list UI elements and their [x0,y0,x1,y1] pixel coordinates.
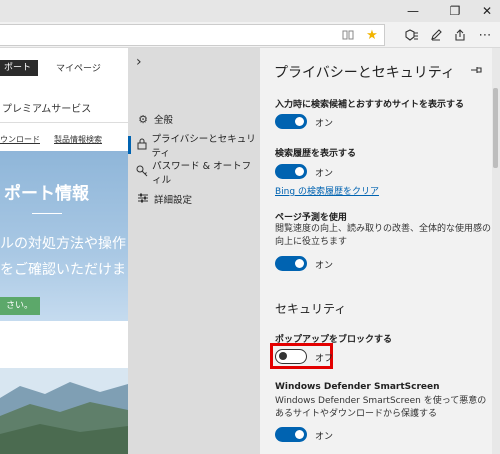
more-icon[interactable]: ⋯ [475,25,495,45]
popup-block-state: オフ [315,354,334,364]
star-icon[interactable]: ★ [362,25,382,45]
settings-nav-label: プライバシーとセキュリティ [151,134,256,159]
gear-icon: ⚙ [138,112,148,126]
panel-title: プライバシーとセキュリティ [274,65,455,81]
download-link[interactable]: ウンロード [0,134,40,145]
key-icon [132,165,152,180]
minimize-button[interactable]: — [396,0,430,22]
maximize-button[interactable]: ❐ [438,0,472,22]
chevron-right-icon[interactable]: › [136,54,142,70]
page-prediction-label: ページ予測を使用 [275,213,347,223]
search-suggestions-state: オン [315,119,334,129]
hub-icon[interactable] [402,25,422,45]
hero-text-1: ルの対処方法や操作 [0,236,126,252]
page-prediction-state: オン [315,261,334,271]
page-prediction-desc: 閲覧速度の向上、読み取りの改善、全体的な使用感の向上に役立ちます [275,224,492,247]
web-page: ポート マイページ プレミアムサービス ウンロード 製品情報検索 ポート情報 ル… [0,48,128,454]
scrollbar-thumb[interactable] [493,88,498,168]
hero-text-2: をご確認いただけま [0,262,126,278]
close-button[interactable]: ✕ [470,0,500,22]
pin-icon[interactable] [470,64,482,78]
smartscreen-desc: Windows Defender SmartScreen を使って悪意のあるサイ… [275,396,487,419]
hero-button[interactable]: さい。 [0,297,40,315]
address-input[interactable] [0,24,385,46]
premium-service-link[interactable]: プレミアムサービス [2,100,91,115]
smartscreen-toggle[interactable] [275,427,307,442]
settings-nav: › ⚙ 全般 プライバシーとセキュリティ パスワード & オートフィル 詳細設定 [128,48,260,454]
sliders-icon [132,192,154,207]
divider [0,122,128,123]
search-suggestions-toggle[interactable] [275,114,307,129]
support-nav-button[interactable]: ポート [0,60,38,76]
search-history-toggle[interactable] [275,164,307,179]
page-prediction-toggle[interactable] [275,256,307,271]
hero-title: ポート情報 [4,184,89,204]
pen-icon[interactable] [426,25,446,45]
lock-icon [132,138,151,153]
popup-block-toggle[interactable] [275,349,307,364]
security-heading: セキュリティ [275,302,347,316]
reading-view-icon[interactable] [338,25,358,45]
hero-divider [32,213,62,214]
settings-scrollbar[interactable] [492,48,500,454]
settings-nav-advanced[interactable]: 詳細設定 [128,188,260,210]
settings-nav-general[interactable]: ⚙ 全般 [128,108,260,130]
address-bar-row: ★ ⋯ [0,22,500,48]
clear-bing-history-link[interactable]: Bing の検索履歴をクリア [275,184,379,197]
privacy-settings-panel: プライバシーとセキュリティ 入力時に検索候補とおすすめサイトを表示する オン 検… [260,48,500,454]
settings-nav-label: 詳細設定 [154,195,193,206]
search-history-label: 検索履歴を表示する [275,149,357,159]
search-history-state: オン [315,169,334,179]
share-icon[interactable] [450,25,470,45]
product-search-link[interactable]: 製品情報検索 [54,134,102,145]
settings-nav-privacy[interactable]: プライバシーとセキュリティ [128,134,260,159]
settings-nav-label: パスワード & オートフィル [152,161,252,186]
search-suggestions-label: 入力時に検索候補とおすすめサイトを表示する [275,100,465,110]
settings-nav-label: 全般 [154,115,174,126]
smartscreen-state: オン [315,432,334,442]
mountain-image [0,368,128,454]
hero-banner: ポート情報 ルの対処方法や操作 をご確認いただけま さい。 [0,151,128,321]
settings-nav-password[interactable]: パスワード & オートフィル [128,161,260,186]
mypage-link[interactable]: マイページ [56,61,101,74]
smartscreen-label: Windows Defender SmartScreen [275,382,440,392]
title-bar: — ❐ ✕ [0,0,500,22]
